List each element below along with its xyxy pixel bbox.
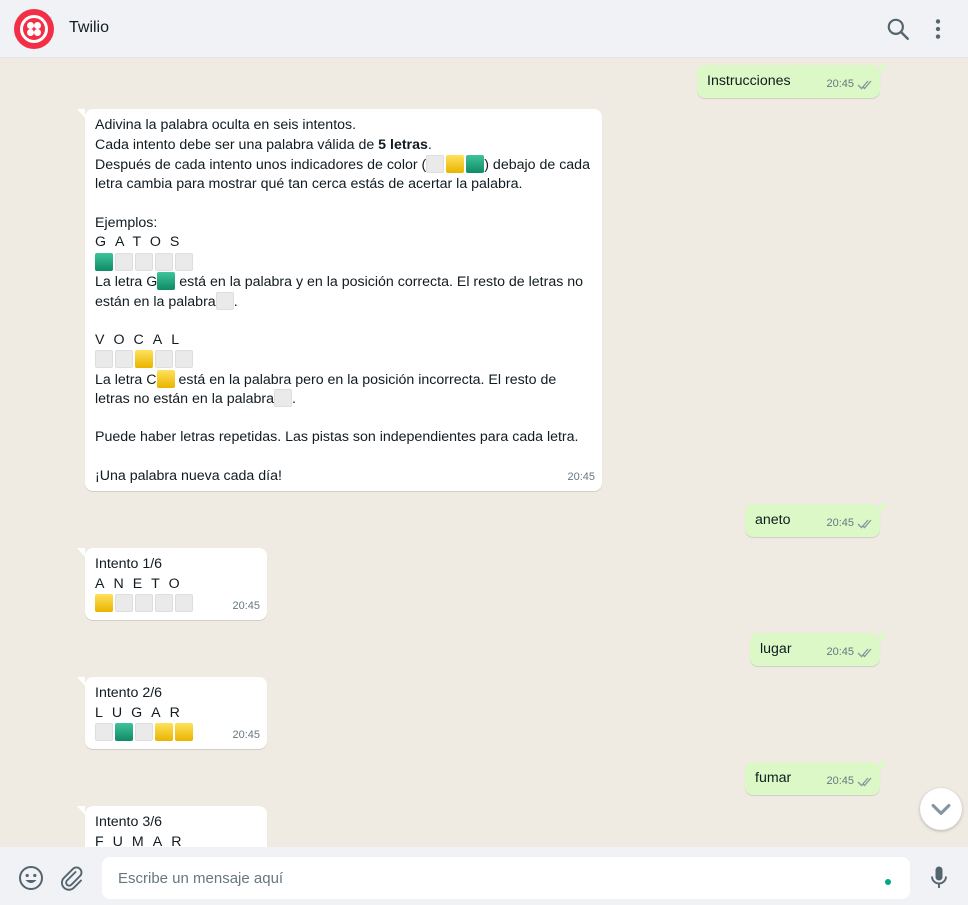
gray-tile: [155, 594, 173, 612]
attempt-word: ANETO: [95, 575, 189, 592]
gray-tile: [274, 389, 293, 407]
attempt-title: Intento 2/6: [95, 685, 163, 701]
more-vertical-icon[interactable]: [925, 16, 951, 42]
message-outgoing[interactable]: aneto 20:45: [745, 504, 888, 537]
instructions-line: Después de cada intento unos indicadores…: [95, 155, 590, 173]
gray-tile: [95, 350, 113, 368]
chat-header: Twilio: [0, 0, 968, 58]
example-word: VOCAL: [95, 331, 189, 348]
message-outgoing[interactable]: Instrucciones 20:45: [697, 65, 888, 98]
green-tile: [115, 723, 133, 741]
message-time: 20:45: [826, 77, 854, 90]
message-outgoing[interactable]: lugar 20:45: [750, 633, 888, 666]
microphone-icon[interactable]: [926, 864, 952, 890]
twilio-logo-icon[interactable]: [14, 9, 54, 49]
gray-tile: [155, 350, 173, 368]
gray-tile: [215, 291, 234, 310]
example-explanation: La letra G está en la palabra y en la po…: [95, 272, 584, 290]
gray-tile: [135, 723, 153, 741]
attempt-word: LUGAR: [95, 704, 189, 721]
example-tiles: [95, 350, 592, 370]
example-tiles: [95, 252, 592, 273]
attempt-title: Intento 3/6: [95, 814, 163, 830]
instructions-line: Adivina la palabra oculta en seis intent…: [95, 117, 357, 133]
status-dot-icon: [885, 879, 891, 885]
instructions-line: ¡Una palabra nueva cada día!: [95, 468, 282, 484]
message-text: Instrucciones: [707, 73, 791, 89]
message-text: aneto: [755, 512, 791, 528]
example-explanation: La letra C está en la palabra pero en la…: [95, 369, 557, 388]
contact-name[interactable]: Twilio: [69, 19, 109, 37]
message-attempt[interactable]: Intento 2/6 LUGAR 20:45: [77, 677, 267, 749]
message-input[interactable]: [102, 857, 910, 899]
message-attempt[interactable]: Intento 3/6 FUMAR: [77, 806, 267, 848]
five-letters-bold: 5 letras: [378, 136, 428, 153]
example-explanation: están en la palabra.: [95, 291, 238, 310]
gray-tile: [95, 723, 113, 741]
message-time: 20:45: [232, 728, 260, 741]
attempt-title: Intento 1/6: [95, 556, 163, 572]
example-explanation: letras no están en la palabra.: [95, 389, 296, 407]
yellow-tile: [175, 723, 193, 741]
message-time: 20:45: [826, 516, 854, 529]
attempt-word: FUMAR: [95, 833, 191, 848]
yellow-tile: [155, 723, 173, 741]
gray-tile: [175, 252, 193, 271]
gray-tile: [135, 252, 153, 271]
gray-tile: [115, 252, 133, 271]
gray-tile: [135, 594, 153, 612]
instructions-line: Puede haber letras repetidas. Las pistas…: [95, 429, 579, 445]
message-instructions[interactable]: Adivina la palabra oculta en seis intent…: [77, 109, 602, 491]
gray-tile: [426, 155, 445, 173]
message-time: 20:45: [567, 470, 595, 483]
message-time: 20:45: [826, 645, 854, 658]
instructions-line: Cada intento debe ser una palabra válida…: [95, 136, 432, 153]
green-tile: [466, 155, 485, 173]
search-icon[interactable]: [885, 16, 911, 42]
gray-tile: [115, 594, 133, 612]
yellow-tile: [95, 594, 113, 612]
yellow-tile: [446, 155, 465, 173]
message-text: fumar: [755, 770, 792, 786]
instructions-line: letra cambia para mostrar qué tan cerca …: [95, 175, 523, 192]
gray-tile: [175, 350, 193, 368]
yellow-tile: [156, 369, 175, 388]
yellow-tile: [135, 350, 153, 368]
gray-tile: [155, 252, 173, 271]
example-word: GATOS: [95, 234, 189, 250]
gray-tile: [175, 594, 193, 612]
read-receipt-icon: [857, 648, 872, 658]
read-receipt-icon: [857, 80, 872, 90]
green-tile: [95, 252, 113, 271]
read-receipt-icon: [857, 519, 872, 529]
emoji-icon[interactable]: [18, 865, 44, 891]
composer: [0, 847, 968, 905]
message-outgoing[interactable]: fumar 20:45: [745, 762, 888, 795]
gray-tile: [115, 350, 133, 368]
message-time: 20:45: [232, 599, 260, 612]
read-receipt-icon: [857, 777, 872, 787]
examples-heading: Ejemplos:: [95, 214, 158, 231]
paperclip-icon[interactable]: [59, 865, 85, 891]
message-time: 20:45: [826, 774, 854, 787]
green-tile: [157, 272, 176, 290]
message-list[interactable]: Instrucciones 20:45 Adivina la palabra o…: [0, 58, 968, 847]
scroll-to-bottom-button[interactable]: [920, 788, 962, 830]
chevron-down-icon: [931, 803, 951, 815]
message-attempt[interactable]: Intento 1/6 ANETO 20:45: [77, 548, 267, 620]
message-text: lugar: [760, 641, 792, 657]
